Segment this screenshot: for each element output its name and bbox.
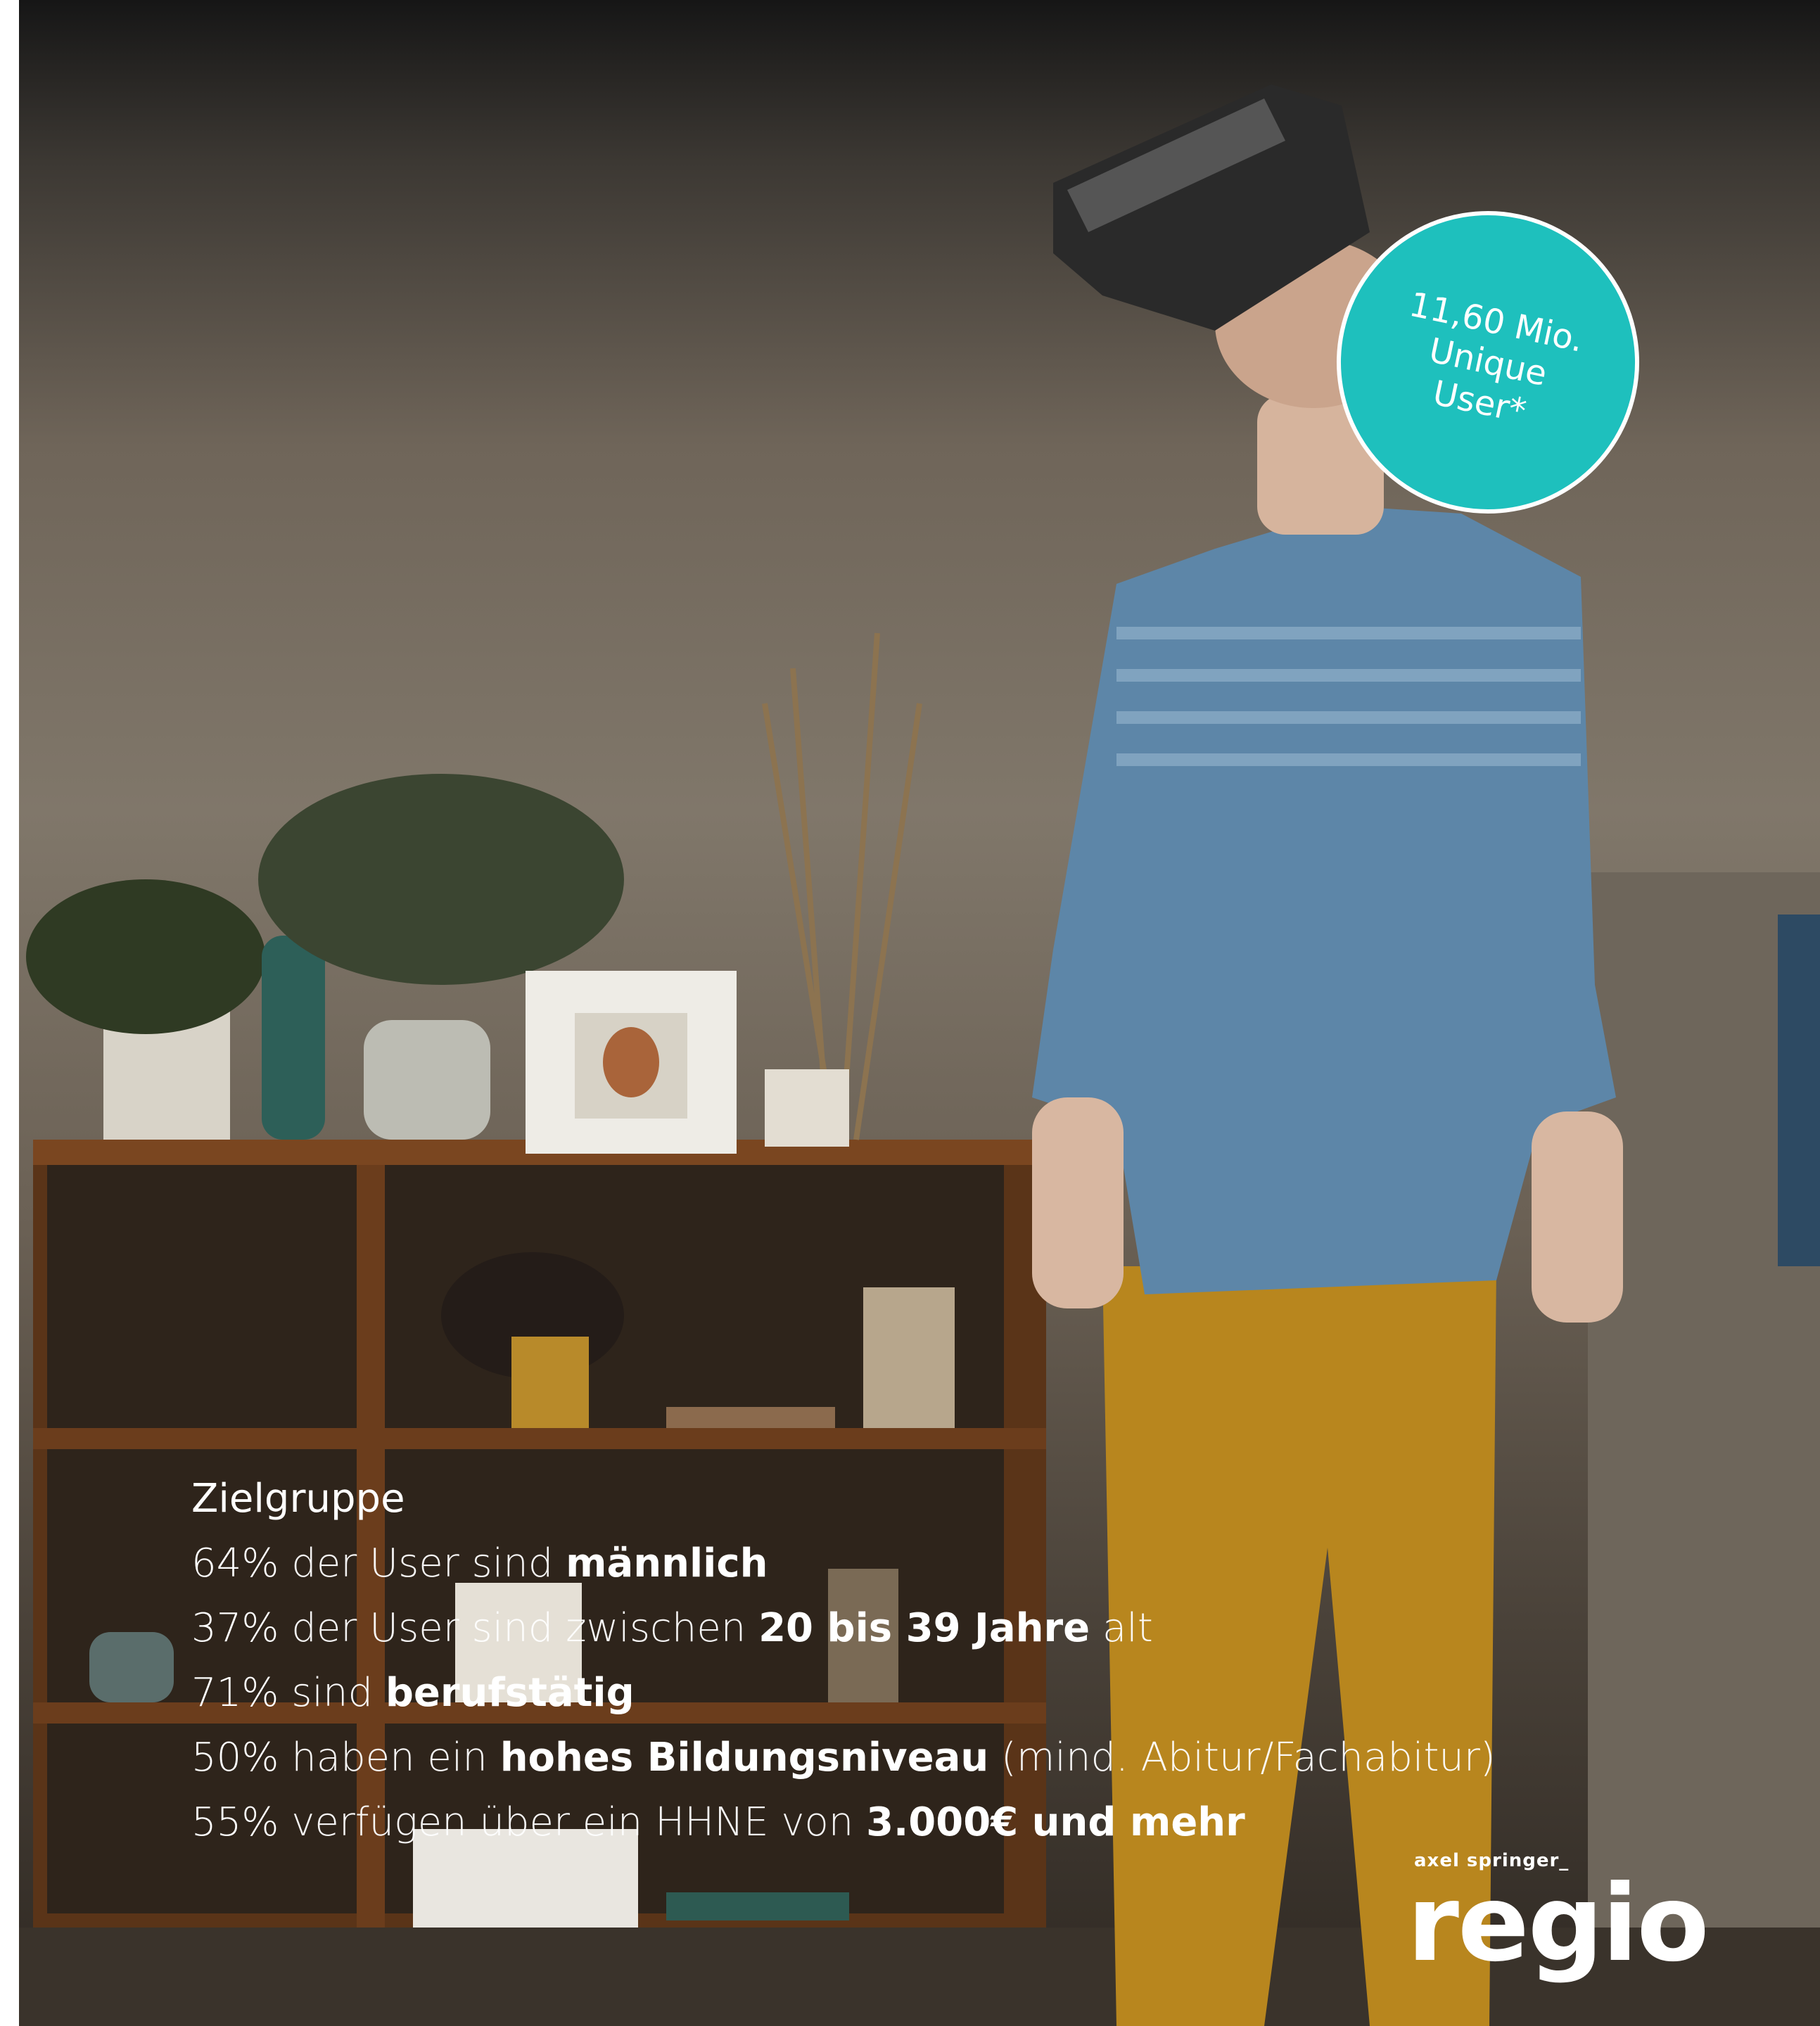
- hanging-jacket: [1778, 915, 1820, 1266]
- stat-line-4: 50% haben ein hohes Bildungsniveau (mind…: [191, 1735, 1496, 1780]
- picture-frame: [526, 971, 737, 1154]
- plant-left: [26, 879, 265, 1140]
- stat-line-5: 55% verfügen über ein HHNE von 3.000€ un…: [191, 1799, 1245, 1845]
- stat-line-2: 37% der User sind zwischen 20 bis 39 Jah…: [191, 1605, 1153, 1651]
- stats-title: Zielgruppe: [191, 1476, 405, 1522]
- advertisement-page: 11,60 Mio. Unique User* Zielgruppe 64% d…: [0, 0, 1820, 2026]
- logo-big-text: regio: [1407, 1863, 1710, 1985]
- stat-line-3: 71% sind berufstätig: [191, 1670, 635, 1716]
- vase-green: [262, 936, 325, 1140]
- stat-line-1: 64% der User sind männlich: [191, 1541, 768, 1586]
- target-group-stats: Zielgruppe 64% der User sind männlich 37…: [191, 1467, 1496, 1855]
- dried-grass: [762, 632, 922, 1147]
- axel-springer-regio-logo: axel springer_ regio: [1407, 1850, 1710, 1985]
